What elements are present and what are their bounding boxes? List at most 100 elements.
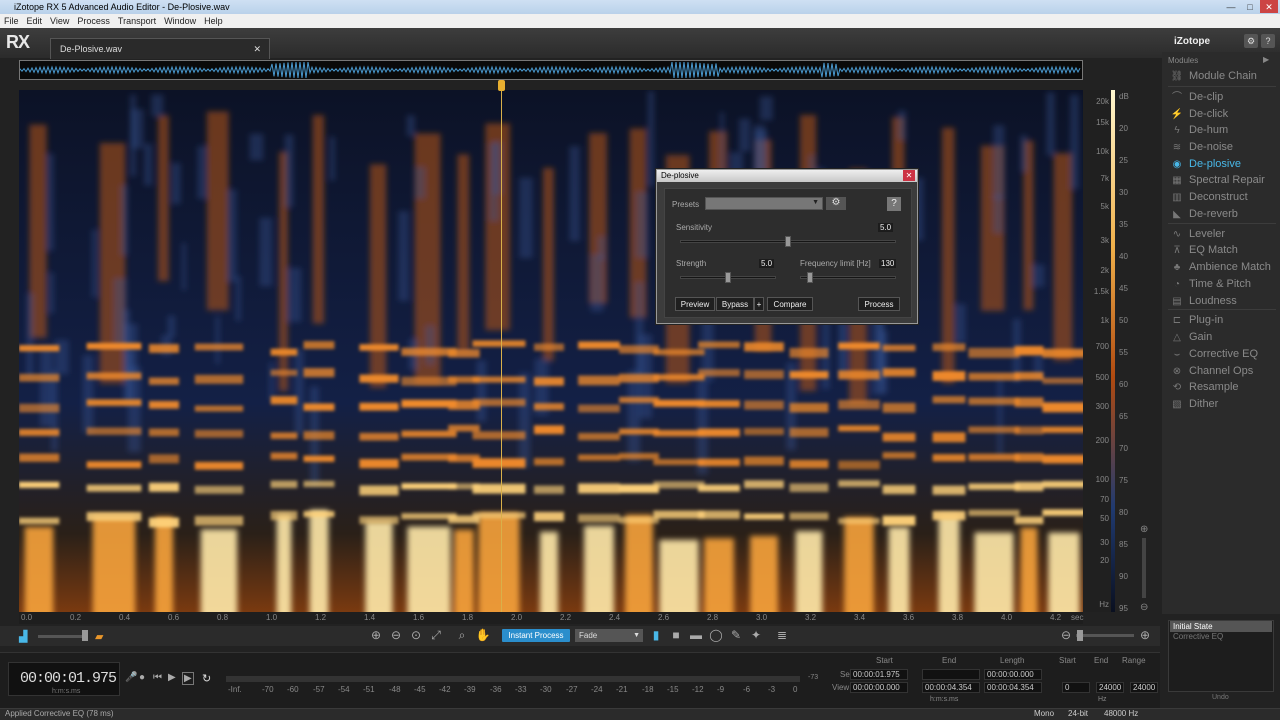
menu-process[interactable]: Process	[73, 16, 114, 26]
zoom-fit-icon[interactable]: ⤢	[428, 628, 444, 643]
zoom-tool-icon[interactable]: ⌕	[454, 628, 470, 643]
waveform-overview[interactable]	[19, 60, 1083, 80]
module-spectral-repair[interactable]: ▦ Spectral Repair	[1170, 172, 1278, 188]
playhead[interactable]	[501, 80, 502, 612]
compare-button[interactable]: Compare	[767, 297, 813, 311]
instant-process-mode-select[interactable]: Fade ▼	[575, 629, 643, 642]
menu-window[interactable]: Window	[160, 16, 200, 26]
help-icon[interactable]: ?	[1261, 34, 1275, 48]
zoom-selection-icon[interactable]: ⊙	[408, 628, 424, 642]
view-start-field[interactable]: 00:00:00.000	[850, 682, 908, 693]
frequency-limit-slider-thumb[interactable]	[806, 272, 813, 283]
minimize-icon[interactable]: —	[1222, 0, 1240, 13]
instant-process-button[interactable]: Instant Process	[502, 629, 570, 642]
preview-button[interactable]: Preview	[675, 297, 715, 311]
view-end-field[interactable]: 00:00:04.354	[922, 682, 980, 693]
horizontal-zoom-slider[interactable]	[1076, 634, 1134, 637]
brush-icon[interactable]: ✎	[728, 628, 744, 642]
play-selection-icon[interactable]: ▶	[182, 672, 194, 685]
strength-value[interactable]: 5.0	[759, 259, 775, 268]
module-time-pitch[interactable]: ◔ Time & Pitch	[1170, 276, 1278, 292]
module-de-hum[interactable]: ϟ De-hum	[1170, 122, 1278, 138]
freq-start-field[interactable]: 0	[1062, 682, 1090, 693]
module-gain[interactable]: △ Gain	[1170, 329, 1278, 345]
close-tab-icon[interactable]: ✕	[253, 39, 261, 59]
zoom-out-icon[interactable]: ⊖	[388, 628, 404, 642]
time-frequency-selection-icon[interactable]: ▬	[688, 628, 704, 642]
process-button[interactable]: Process	[858, 297, 900, 311]
horizontal-zoom-thumb[interactable]	[1077, 630, 1083, 641]
module-de-click[interactable]: ⚡ De-click	[1170, 106, 1278, 122]
harmonic-selection-icon[interactable]: ≣	[774, 628, 790, 642]
menu-file[interactable]: File	[0, 16, 23, 26]
play-icon[interactable]: ▶	[168, 672, 176, 683]
module-eq-match[interactable]: ⊼ EQ Match	[1170, 242, 1278, 258]
bypass-button[interactable]: Bypass	[716, 297, 754, 311]
frequency-selection-icon[interactable]: ■	[668, 628, 684, 642]
blend-slider-thumb[interactable]	[82, 630, 88, 641]
view-length-field[interactable]: 00:00:04.354	[984, 682, 1042, 693]
module-de-noise[interactable]: ≋ De-noise	[1170, 139, 1278, 155]
dialog-close-icon[interactable]: ✕	[903, 170, 915, 181]
preset-gear-icon[interactable]: ⚙	[826, 197, 846, 210]
record-icon[interactable]: ●	[139, 672, 145, 683]
presets-select[interactable]: ▼	[705, 197, 823, 210]
module-plug-in[interactable]: ⊏ Plug-in	[1170, 312, 1278, 328]
sensitivity-value[interactable]: 5.0	[878, 223, 894, 232]
spectrogram-blend-slider[interactable]	[38, 635, 88, 638]
hand-tool-icon[interactable]: ✋	[475, 628, 491, 642]
sel-start-field[interactable]: 00:00:01.975	[850, 669, 908, 680]
spectrogram-view-icon[interactable]: ▰	[95, 630, 103, 643]
zoom-in-icon[interactable]: ⊕	[368, 628, 384, 642]
menu-view[interactable]: View	[46, 16, 73, 26]
sel-length-field[interactable]: 00:00:00.000	[984, 669, 1042, 680]
module-dither[interactable]: ▧ Dither	[1170, 396, 1278, 412]
module-corrective-eq[interactable]: ⌣ Corrective EQ	[1170, 346, 1278, 362]
sel-end-field[interactable]	[922, 669, 980, 680]
module-deconstruct[interactable]: ▥ Deconstruct	[1170, 189, 1278, 205]
zoom-in-horizontal-icon[interactable]: ⊕	[1137, 628, 1153, 642]
module-loudness[interactable]: ▤ Loudness	[1170, 293, 1278, 309]
go-to-start-icon[interactable]: ⏮	[153, 672, 162, 683]
vertical-zoom-slider[interactable]	[1142, 538, 1146, 598]
zoom-out-vertical-icon[interactable]: ⊖	[1140, 602, 1148, 613]
dialog-title[interactable]: De-plosive	[657, 170, 917, 182]
menu-help[interactable]: Help	[200, 16, 227, 26]
freq-end-field[interactable]: 24000	[1096, 682, 1125, 693]
module-de-plosive[interactable]: ◉ De-plosive	[1170, 156, 1278, 172]
module-ambience-match[interactable]: ♣ Ambience Match	[1170, 259, 1278, 275]
undo-item-corrective-eq[interactable]: Corrective EQ	[1173, 632, 1223, 641]
zoom-out-horizontal-icon[interactable]: ⊖	[1058, 628, 1074, 642]
modules-expand-icon[interactable]: ▶	[1263, 55, 1269, 64]
playhead-handle[interactable]	[498, 80, 505, 91]
maximize-icon[interactable]: □	[1241, 0, 1259, 13]
lasso-icon[interactable]: ◯	[708, 628, 724, 642]
settings-icon[interactable]: ⚙	[1244, 34, 1258, 48]
file-tab[interactable]: De-Plosive.wav ✕	[50, 38, 270, 59]
strength-slider-thumb[interactable]	[725, 272, 731, 283]
close-icon[interactable]: ✕	[1260, 0, 1278, 13]
module-resample[interactable]: ⟲ Resample	[1170, 379, 1278, 395]
module-de-reverb[interactable]: ◣ De-reverb	[1170, 206, 1278, 222]
spectrogram-display[interactable]	[19, 90, 1083, 612]
sensitivity-slider-thumb[interactable]	[785, 236, 791, 247]
time-selection-icon[interactable]: ▮	[648, 628, 664, 642]
record-input-icon[interactable]: 🎤	[125, 672, 137, 683]
module-leveler[interactable]: ∿ Leveler	[1170, 226, 1278, 242]
undo-item-initial-state[interactable]: Initial State	[1170, 621, 1272, 632]
loop-icon[interactable]: ↻	[202, 672, 211, 685]
module-label: Spectral Repair	[1189, 174, 1265, 186]
dialog-help-button[interactable]: ?	[887, 197, 901, 211]
freq-range-field[interactable]: 24000	[1130, 682, 1159, 693]
menu-transport[interactable]: Transport	[114, 16, 160, 26]
module-module-chain[interactable]: ⛓ Module Chain	[1170, 68, 1278, 84]
waveform-view-icon[interactable]: ▟	[19, 630, 27, 643]
zoom-in-vertical-icon[interactable]: ⊕	[1140, 524, 1148, 535]
frequency-limit-slider[interactable]	[800, 276, 896, 279]
module-de-clip[interactable]: ⌒ De-clip	[1170, 89, 1278, 105]
frequency-limit-value[interactable]: 130	[879, 259, 897, 268]
module-channel-ops[interactable]: ⊗ Channel Ops	[1170, 363, 1278, 379]
menu-edit[interactable]: Edit	[23, 16, 47, 26]
magic-wand-icon[interactable]: ✦	[748, 628, 764, 642]
bypass-options-button[interactable]: +	[754, 297, 764, 311]
